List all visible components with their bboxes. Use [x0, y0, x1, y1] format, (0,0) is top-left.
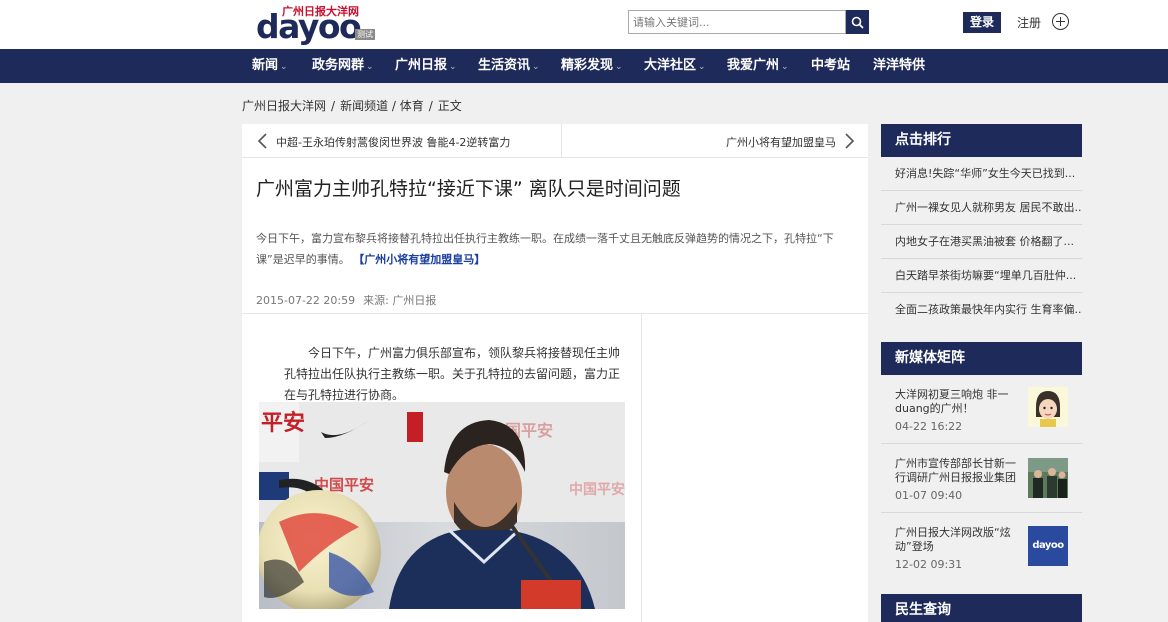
chevron-right-icon[interactable]	[842, 133, 856, 149]
article-title: 广州富力主帅孔特拉“接近下课” 离队只是时间问题	[256, 178, 681, 200]
press-conference-image: 平安 中国平安 中国平安 中国平安	[259, 402, 625, 609]
prev-article-link[interactable]: 中超-王永珀传射蒿俊闵世界波 鲁能4-2逆转富力	[276, 134, 510, 150]
nav-item-gzdaily[interactable]: 广州日报 ⌄	[395, 49, 457, 83]
media-thumb-cartoon	[1028, 387, 1068, 427]
chevron-down-icon: ⌄	[698, 62, 706, 72]
media-item-time: 01-07 09:40	[895, 489, 963, 502]
ranking-item[interactable]: 广州一裸女见人就称男友 居民不敢出...	[881, 191, 1082, 225]
article-lead: 今日下午，富力宣布黎兵将接替孔特拉出任执行主教练一职。在成绩一落千丈且无触底反弹…	[256, 228, 856, 270]
prev-next-bar: 中超-王永珀传射蒿俊闵世界波 鲁能4-2逆转富力 广州小将有望加盟皇马	[242, 124, 868, 158]
article-photo: 平安 中国平安 中国平安 中国平安	[259, 402, 625, 609]
nav-item-discover[interactable]: 精彩发现 ⌄	[561, 49, 623, 83]
group-photo-thumbnail	[1028, 458, 1068, 498]
nav-item-life[interactable]: 生活资讯 ⌄	[478, 49, 540, 83]
search-field	[628, 10, 846, 34]
service-title: 民生查询	[895, 602, 951, 618]
logo-badge: 测试	[355, 29, 375, 40]
nav-item-exam[interactable]: 中考站	[811, 49, 850, 83]
breadcrumb: 广州日报大洋网 / 新闻频道 / 体育 / 正文	[242, 99, 462, 113]
ranking-list: 好消息!失踪“华师”女生今天已找到... 广州一裸女见人就称男友 居民不敢出..…	[881, 157, 1082, 327]
logo-wordmark: dayoo	[256, 7, 362, 46]
chevron-down-icon: ⌄	[615, 62, 623, 72]
nav-item-love-gz[interactable]: 我爱广州 ⌄	[727, 49, 789, 83]
chevron-down-icon: ⌄	[366, 62, 374, 72]
sidebar: 点击排行 好消息!失踪“华师”女生今天已找到... 广州一裸女见人就称男友 居民…	[881, 124, 1082, 622]
nav-item-community[interactable]: 大洋社区 ⌄	[644, 49, 706, 83]
photo-sponsor-left: 平安	[261, 410, 305, 436]
nav-item-special[interactable]: 洋洋特供	[873, 49, 925, 83]
ranking-item[interactable]: 全面二孩政策最快年内实行 生育率偏...	[881, 293, 1082, 327]
media-item[interactable]: 广州市宣传部部长甘新一行调研广州日报报业集团 01-07 09:40	[881, 444, 1082, 513]
article-date: 2015-07-22 20:59	[256, 294, 356, 307]
article-meta: 2015-07-22 20:59 来源: 广州日报	[256, 292, 444, 308]
nav-item-news[interactable]: 新闻 ⌄	[252, 49, 288, 83]
register-link[interactable]: 注册	[1017, 14, 1041, 31]
article-body: 今日下午，广州富力俱乐部宣布，领队黎兵将接替现任主帅孔特拉出任队执行主教练一职。…	[284, 346, 621, 402]
search-icon	[851, 16, 864, 29]
service-header: 民生查询	[881, 594, 1082, 622]
lead-text: 今日下午，富力宣布黎兵将接替孔特拉出任执行主教练一职。在成绩一落千丈且无触底反弹…	[256, 232, 834, 266]
chevron-down-icon: ⌄	[449, 62, 457, 72]
breadcrumb-channel[interactable]: 新闻频道 / 体育	[340, 99, 424, 113]
search-button[interactable]	[846, 10, 869, 34]
media-item[interactable]: 大洋网初夏三响炮 非一duang的广州！ 04-22 16:22	[881, 375, 1082, 444]
chevron-left-icon[interactable]	[256, 133, 270, 149]
chevron-down-icon: ⌄	[532, 62, 540, 72]
login-button[interactable]: 登录	[963, 12, 1001, 33]
ranking-header: 点击排行	[881, 124, 1082, 157]
search-input[interactable]	[629, 11, 839, 33]
article-card: 中超-王永珀传射蒿俊闵世界波 鲁能4-2逆转富力 广州小将有望加盟皇马 广州富力…	[242, 124, 868, 622]
main-nav: 新闻 ⌄ 政务网群 ⌄ 广州日报 ⌄ 生活资讯 ⌄ 精彩发现 ⌄ 大洋社区 ⌄ 我爱广州 ⌄ …	[0, 49, 1168, 83]
media-item-title: 广州日报大洋网改版“炫动”登场	[895, 526, 1011, 553]
svg-text:中国平安: 中国平安	[569, 481, 625, 498]
media-item-time: 04-22 16:22	[895, 420, 963, 433]
chevron-down-icon: ⌄	[781, 62, 789, 72]
dayoo-thumb-logo: dayoo	[1032, 540, 1064, 551]
top-header: 广州日报大洋网 dayoo 测试 登录 注册	[0, 0, 1168, 49]
media-item-title: 大洋网初夏三响炮 非一duang的广州！	[895, 388, 1009, 415]
cartoon-thumbnail	[1028, 387, 1068, 427]
nav-item-gov[interactable]: 政务网群 ⌄	[312, 49, 374, 83]
article-source: 来源: 广州日报	[363, 294, 437, 307]
media-thumb-dayoo: dayoo	[1028, 526, 1068, 566]
plus-icon[interactable]	[1052, 13, 1069, 30]
media-item[interactable]: 广州日报大洋网改版“炫动”登场 12-02 09:31 dayoo	[881, 513, 1082, 583]
media-thumb-photo	[1028, 458, 1068, 498]
ranking-item[interactable]: 好消息!失踪“华师”女生今天已找到...	[881, 157, 1082, 191]
media-item-title: 广州市宣传部部长甘新一行调研广州日报报业集团	[895, 457, 1016, 484]
breadcrumb-current: 正文	[437, 99, 462, 113]
media-title: 新媒体矩阵	[895, 350, 965, 366]
ranking-item[interactable]: 内地女子在港买黑油被套 价格翻了...	[881, 225, 1082, 259]
related-article-link[interactable]: 【广州小将有望加盟皇马】	[353, 253, 485, 266]
next-article-link[interactable]: 广州小将有望加盟皇马	[726, 134, 836, 150]
ranking-item[interactable]: 白天踏早茶街坊嘛要“埋单几百肚仲...	[881, 259, 1082, 293]
media-header: 新媒体矩阵	[881, 342, 1082, 375]
ranking-title: 点击排行	[895, 132, 951, 148]
site-logo[interactable]: 广州日报大洋网 dayoo 测试	[256, 3, 376, 46]
media-item-time: 12-02 09:31	[895, 558, 963, 571]
chevron-down-icon: ⌄	[280, 62, 288, 72]
breadcrumb-home[interactable]: 广州日报大洋网	[242, 99, 326, 113]
